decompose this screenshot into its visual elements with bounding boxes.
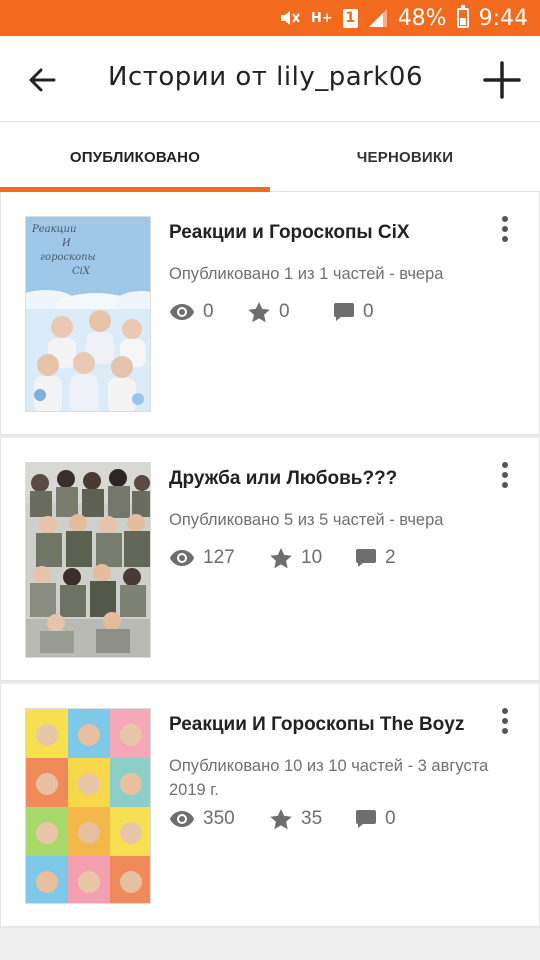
eye-icon <box>170 304 194 320</box>
battery-percent: 48% <box>397 5 447 31</box>
comments-stat: 0 <box>355 808 396 830</box>
cover-text: Реакции <box>32 224 77 235</box>
story-title: Реакции И Гороскопы The Boyz <box>169 714 465 735</box>
mute-icon <box>279 8 301 28</box>
cover-text: И <box>62 238 71 249</box>
tab-bar: ОПУБЛИКОВАНО ЧЕРНОВИКИ <box>0 122 540 192</box>
eye-icon <box>170 811 194 827</box>
battery-icon <box>456 5 469 28</box>
sim-icon: 1 <box>342 8 358 28</box>
star-icon <box>270 809 292 830</box>
story-title: Дружба или Любовь??? <box>169 468 398 489</box>
story-stats: 0 0 0 <box>169 297 374 327</box>
cover-text: CiX <box>72 266 90 277</box>
story-meta: Опубликовано 5 из 5 частей - вчера <box>169 511 444 529</box>
story-cover <box>25 708 151 904</box>
story-card[interactable]: Реакции И гороскопы CiX Реакции и Гороск… <box>0 192 540 436</box>
story-cover: Реакции И гороскопы CiX <box>25 216 151 412</box>
votes-stat: 0 <box>247 301 333 323</box>
status-bar: H+ 1 48% 9:44 <box>0 0 540 36</box>
back-button[interactable] <box>22 60 62 100</box>
more-options-button[interactable] <box>493 214 517 244</box>
votes-stat: 35 <box>269 808 355 830</box>
more-options-button[interactable] <box>493 706 517 736</box>
clock: 9:44 <box>478 5 528 31</box>
star-icon <box>270 548 292 569</box>
arrow-left-icon <box>29 68 56 92</box>
cover-text: гороскопы <box>40 252 96 263</box>
comments-stat: 2 <box>355 547 396 569</box>
story-cover <box>25 462 151 658</box>
story-stats: 350 35 0 <box>169 804 396 834</box>
votes-count: 0 <box>279 301 290 322</box>
votes-stat: 10 <box>269 547 355 569</box>
signal-icon <box>368 8 388 28</box>
tab-drafts[interactable]: ЧЕРНОВИКИ <box>270 122 540 192</box>
views-stat: 350 <box>169 808 269 830</box>
plus-icon <box>483 61 521 99</box>
views-stat: 127 <box>169 547 269 569</box>
eye-icon <box>170 550 194 566</box>
views-count: 127 <box>203 547 235 568</box>
star-icon <box>248 302 270 323</box>
comments-count: 0 <box>363 301 374 322</box>
comment-icon <box>334 303 354 321</box>
add-story-button[interactable] <box>478 56 526 104</box>
app-bar: Истории от lily_park06 <box>0 36 540 122</box>
comment-icon <box>356 549 376 567</box>
network-type-icon: H+ <box>310 10 333 26</box>
story-card[interactable]: Дружба или Любовь??? Опубликовано 5 из 5… <box>0 438 540 682</box>
tab-published[interactable]: ОПУБЛИКОВАНО <box>0 122 270 192</box>
views-count: 0 <box>203 301 214 322</box>
story-meta: Опубликовано 1 из 1 частей - вчера <box>169 265 444 283</box>
views-count: 350 <box>203 808 235 829</box>
views-stat: 0 <box>169 301 247 323</box>
comment-icon <box>356 810 376 828</box>
status-icons: H+ 1 48% 9:44 <box>279 0 528 36</box>
story-card[interactable]: Реакции И Гороскопы The Boyz Опубликован… <box>0 684 540 928</box>
comments-stat: 0 <box>333 301 374 323</box>
votes-count: 10 <box>301 547 323 568</box>
story-title: Реакции и Гороскопы CiX <box>169 222 410 243</box>
story-stats: 127 10 2 <box>169 543 396 573</box>
votes-count: 35 <box>301 808 323 829</box>
more-options-button[interactable] <box>493 460 517 490</box>
page-title: Истории от lily_park06 <box>108 62 424 92</box>
comments-count: 2 <box>385 547 396 568</box>
story-meta: Опубликовано 10 из 10 частей - 3 августа… <box>169 757 489 799</box>
comments-count: 0 <box>385 808 396 829</box>
